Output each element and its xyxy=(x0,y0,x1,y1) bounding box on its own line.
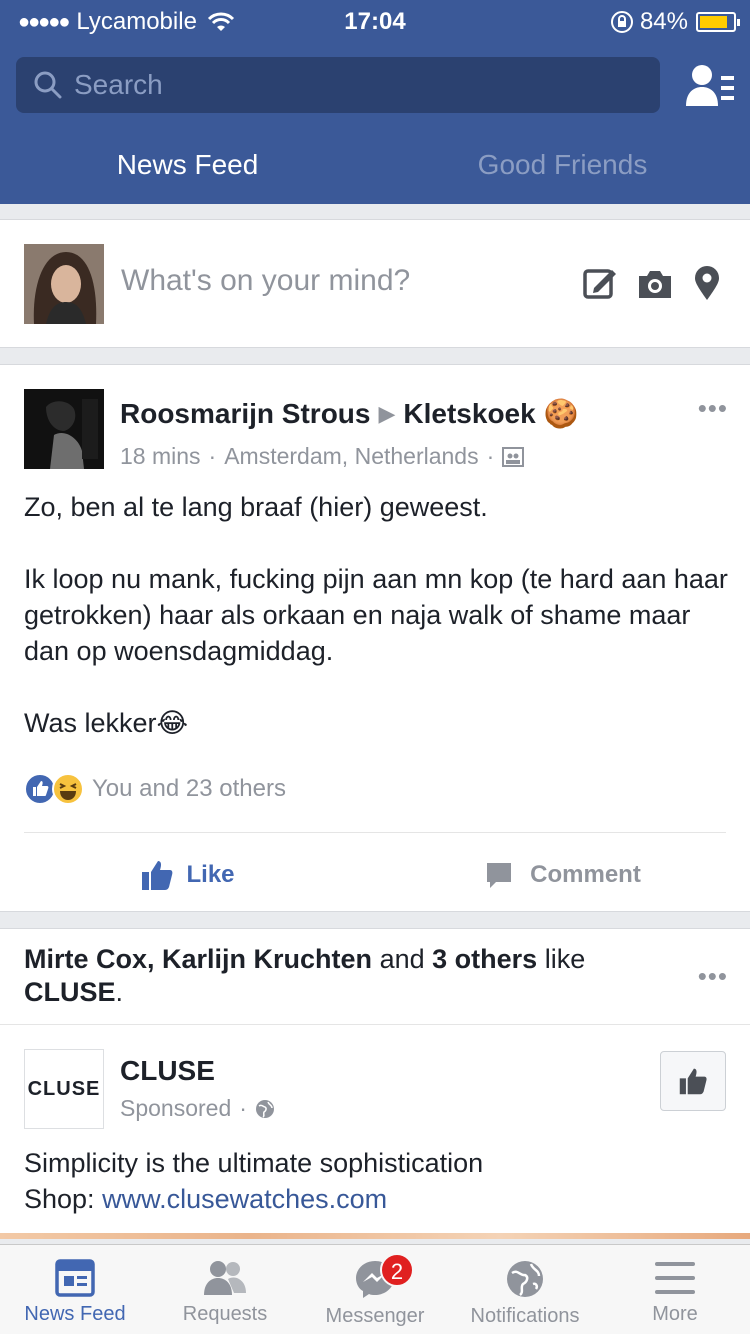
meta-dot-2: · xyxy=(486,443,495,469)
menu-icon xyxy=(655,1262,695,1294)
haha-reaction-icon xyxy=(52,773,84,805)
ad-image[interactable] xyxy=(0,1233,750,1239)
active-tab-indicator xyxy=(0,200,375,204)
ad-shop-line: Shop: www.clusewatches.com xyxy=(24,1181,483,1217)
feed-post: Roosmarijn Strous ▶ Kletskoek 🍪 18 mins … xyxy=(0,364,750,912)
feed-tabs: News Feed Good Friends xyxy=(0,130,750,200)
tab-bar-label: Requests xyxy=(182,1303,268,1325)
edit-icon[interactable] xyxy=(582,266,618,302)
avatar[interactable] xyxy=(24,244,104,324)
others-link[interactable]: 3 others xyxy=(432,944,537,974)
thumbs-up-icon xyxy=(679,1068,707,1095)
camera-icon[interactable] xyxy=(636,266,674,302)
globe-icon xyxy=(507,1261,543,1297)
meta-dot: · xyxy=(208,443,217,469)
sponsored-options-button[interactable]: ••• xyxy=(698,961,728,992)
search-icon xyxy=(34,71,62,99)
composer-actions xyxy=(582,266,722,302)
post-meta: 18 mins · Amsterdam, Netherlands · xyxy=(120,443,525,470)
reaction-summary[interactable]: You and 23 others xyxy=(24,773,286,805)
post-group-name[interactable]: Kletskoek xyxy=(403,398,535,430)
shop-link[interactable]: www.clusewatches.com xyxy=(102,1184,387,1214)
friend-requests-icon xyxy=(204,1261,246,1295)
post-body: Zo, ben al te lang braaf (hier) geweest.… xyxy=(24,489,729,777)
tab-news-feed[interactable]: News Feed xyxy=(0,130,375,200)
group-audience-icon xyxy=(502,446,525,467)
thumbs-up-icon xyxy=(142,861,173,890)
social-period: . xyxy=(115,977,124,1007)
tab-bar-label: Messenger xyxy=(325,1305,425,1327)
sponsored-meta: Sponsored · xyxy=(120,1095,275,1122)
post-paragraph: Was lekker😂 xyxy=(24,708,189,738)
post-time[interactable]: 18 mins xyxy=(120,443,201,470)
like-button[interactable]: Like xyxy=(0,845,375,905)
social-context: Mirte Cox, Karlijn Kruchten and 3 others… xyxy=(24,943,674,1009)
ad-copy: Simplicity is the ultimate sophisticatio… xyxy=(24,1145,483,1217)
search-input[interactable]: Search xyxy=(16,57,660,113)
tab-bar-messenger[interactable]: 2 Messenger xyxy=(300,1245,450,1334)
post-target-arrow: ▶ xyxy=(378,400,396,426)
friend-list-button[interactable] xyxy=(684,62,736,110)
sponsored-label[interactable]: Sponsored xyxy=(120,1095,231,1122)
tab-bar-label: News Feed xyxy=(24,1303,126,1325)
post-author-name[interactable]: Roosmarijn Strous xyxy=(120,398,370,430)
composer-prompt[interactable]: What's on your mind? xyxy=(121,264,410,298)
rotation-lock-icon xyxy=(610,11,633,33)
tab-good-friends[interactable]: Good Friends xyxy=(375,130,750,200)
ad-headline: Simplicity is the ultimate sophisticatio… xyxy=(24,1148,484,1178)
post-paragraph: Ik loop nu mank, fucking pijn aan mn kop… xyxy=(24,564,728,666)
meta-dot-3: · xyxy=(239,1095,247,1121)
friend-names[interactable]: Mirte Cox, Karlijn Kruchten xyxy=(24,944,372,974)
cookie-emoji: 🍪 xyxy=(543,398,579,429)
news-feed-icon xyxy=(55,1259,95,1297)
post-paragraph: Zo, ben al te lang braaf (hier) geweest. xyxy=(24,492,488,522)
status-composer[interactable]: What's on your mind? xyxy=(0,219,750,348)
header: ●●●●● Lycamobile 17:04 84% Search News F… xyxy=(0,0,750,204)
post-author-avatar[interactable] xyxy=(24,389,104,469)
post-divider xyxy=(24,832,726,833)
advertiser-logo[interactable]: CLUSE xyxy=(24,1049,104,1129)
bottom-tab-bar: News Feed Requests 2 Messenger Notificat… xyxy=(0,1244,750,1334)
battery-percent: 84% xyxy=(639,8,688,35)
comment-icon xyxy=(487,863,512,888)
post-location[interactable]: Amsterdam, Netherlands xyxy=(224,443,478,470)
post-actions: Like Comment xyxy=(0,845,750,905)
globe-icon xyxy=(255,1099,274,1118)
search-placeholder: Search xyxy=(74,69,163,100)
tab-bar-label: Notifications xyxy=(470,1305,580,1327)
sponsored-divider xyxy=(0,1024,750,1025)
friend-list-icon xyxy=(686,65,734,106)
like-page-button[interactable] xyxy=(660,1051,726,1111)
status-right: 84% xyxy=(610,8,740,36)
like-label: Like xyxy=(186,861,235,888)
social-and: and xyxy=(379,944,425,974)
social-like-word: like xyxy=(544,944,586,974)
tab-bar-notifications[interactable]: Notifications xyxy=(450,1245,600,1334)
shop-label: Shop: xyxy=(24,1184,95,1214)
location-pin-icon[interactable] xyxy=(692,266,722,302)
comment-label: Comment xyxy=(530,861,641,888)
messenger-unread-badge: 2 xyxy=(380,1253,414,1287)
comment-button[interactable]: Comment xyxy=(375,845,750,905)
liked-page-name[interactable]: CLUSE xyxy=(24,977,116,1007)
reaction-count-text: You and 23 others xyxy=(92,775,286,802)
tab-bar-more[interactable]: More xyxy=(600,1245,750,1334)
post-header: Roosmarijn Strous ▶ Kletskoek 🍪 xyxy=(120,397,579,430)
tab-bar-requests[interactable]: Requests xyxy=(150,1245,300,1334)
post-options-button[interactable]: ••• xyxy=(698,393,728,424)
advertiser-name[interactable]: CLUSE xyxy=(120,1055,215,1087)
tab-bar-news-feed[interactable]: News Feed xyxy=(0,1245,150,1334)
sponsored-post: Mirte Cox, Karlijn Kruchten and 3 others… xyxy=(0,928,750,1239)
status-bar: ●●●●● Lycamobile 17:04 84% xyxy=(0,0,750,40)
battery-icon xyxy=(696,12,740,32)
tab-bar-label: More xyxy=(652,1303,698,1325)
